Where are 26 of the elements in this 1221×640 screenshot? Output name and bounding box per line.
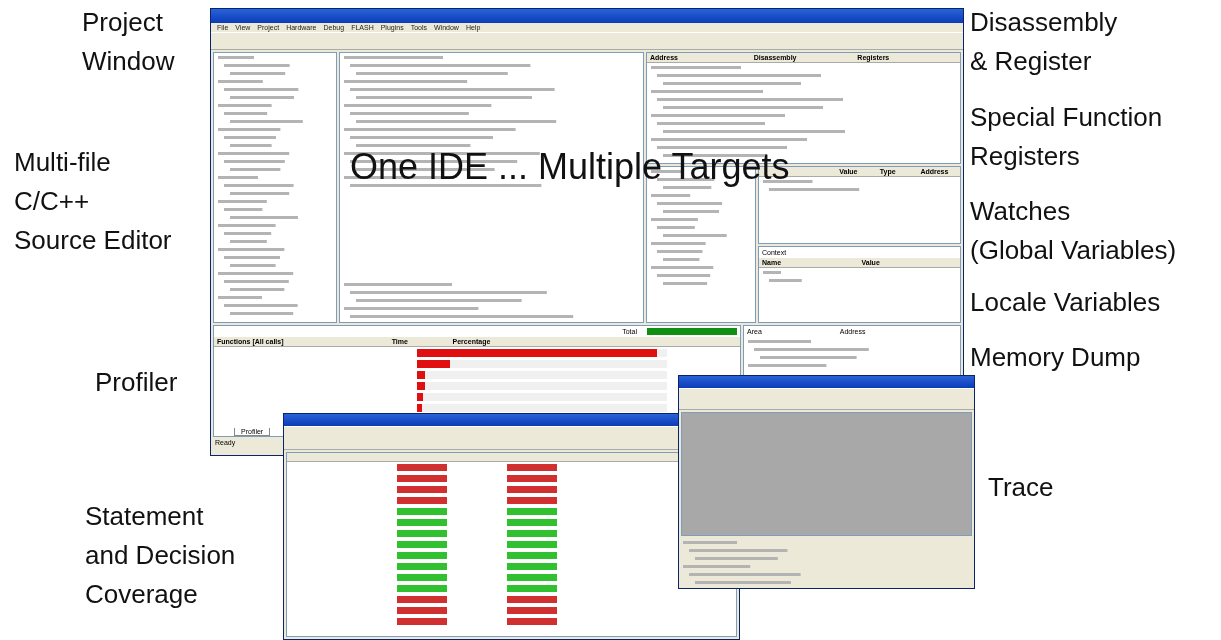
decision-bar: [507, 508, 557, 515]
feature-label: Special Function Registers: [970, 101, 1163, 173]
decision-bar: [507, 585, 557, 592]
decision-bar: [507, 464, 557, 471]
decision-bar: [507, 530, 557, 537]
caption: One IDE ... Multiple Targets: [350, 146, 790, 188]
decision-bar: [507, 563, 557, 570]
feature-label: Project Window: [82, 6, 175, 78]
feature-label: Statement and Decision Coverage: [85, 500, 236, 611]
feature-label: Trace: [988, 471, 1054, 504]
feature-label: Memory Dump: [970, 341, 1141, 374]
decision-bar: [507, 486, 557, 493]
feature-label: Watches (Global Variables): [970, 195, 1177, 267]
decision-bar: [507, 607, 557, 614]
feature-label: Multi-file C/C++ Source Editor: [14, 146, 172, 257]
decision-bar: [507, 541, 557, 548]
decision-bar: [507, 475, 557, 482]
decision-bar: [507, 618, 557, 625]
decision-bar: [507, 552, 557, 559]
decision-bar: [507, 497, 557, 504]
decision-bar: [507, 574, 557, 581]
decision-bar: [507, 519, 557, 526]
feature-label: Locale Variables: [970, 286, 1161, 319]
decision-bar: [507, 596, 557, 603]
feature-label: Disassembly & Register: [970, 6, 1118, 78]
feature-label: Profiler: [95, 366, 178, 399]
